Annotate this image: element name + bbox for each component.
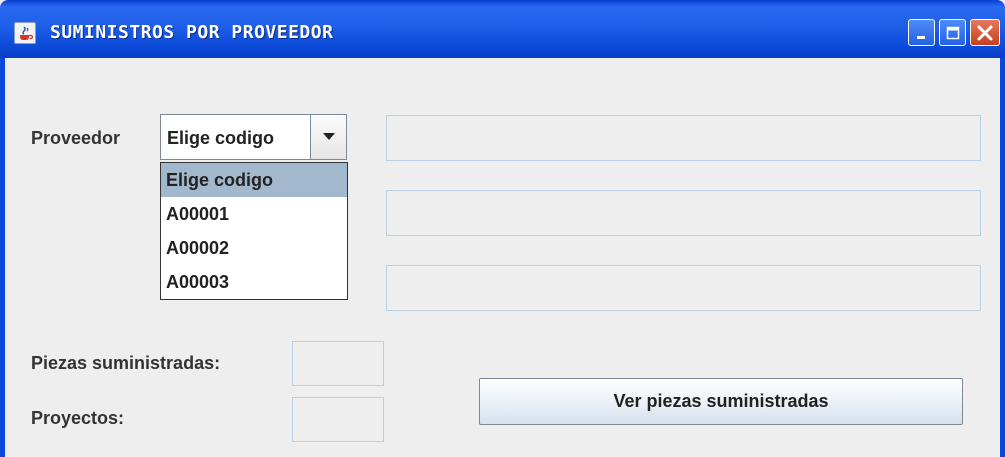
proveedor-name-field[interactable] — [386, 115, 981, 161]
proveedor-detail-field[interactable] — [386, 265, 981, 311]
ver-piezas-button[interactable]: Ver piezas suministradas — [479, 378, 963, 425]
window-title: SUMINISTROS POR PROVEEDOR — [50, 22, 334, 43]
dropdown-option[interactable]: Elige codigo — [161, 163, 347, 197]
minimize-icon — [916, 35, 925, 39]
java-coffee-icon — [14, 22, 36, 44]
minimize-button[interactable] — [908, 19, 935, 46]
dropdown-option[interactable]: A00001 — [161, 197, 347, 231]
maximize-button[interactable] — [939, 19, 966, 46]
combobox-arrow-button[interactable] — [310, 115, 346, 159]
piezas-label: Piezas suministradas: — [31, 353, 221, 373]
window: SUMINISTROS POR PROVEEDOR Proveedor Elig… — [0, 0, 1005, 457]
proyectos-label: Proyectos: — [31, 408, 125, 428]
proveedor-label: Proveedor — [31, 128, 121, 148]
combobox-selected-value: Elige codigo — [167, 128, 275, 148]
proveedor-info-field[interactable] — [386, 190, 981, 236]
dropdown-option[interactable]: A00003 — [161, 265, 347, 299]
window-frame-right — [1000, 58, 1005, 457]
close-icon — [977, 25, 993, 40]
maximize-icon — [946, 26, 959, 39]
close-button[interactable] — [970, 19, 1000, 46]
triangle-down-icon — [322, 133, 335, 140]
piezas-count-field[interactable] — [292, 341, 384, 386]
proveedor-combobox[interactable]: Elige codigo — [160, 114, 347, 160]
dropdown-option[interactable]: A00002 — [161, 231, 347, 265]
title-bar[interactable]: SUMINISTROS POR PROVEEDOR — [0, 0, 1005, 58]
combobox-dropdown-list[interactable]: Elige codigo A00001 A00002 A00003 — [160, 162, 348, 300]
proyectos-count-field[interactable] — [292, 397, 384, 442]
